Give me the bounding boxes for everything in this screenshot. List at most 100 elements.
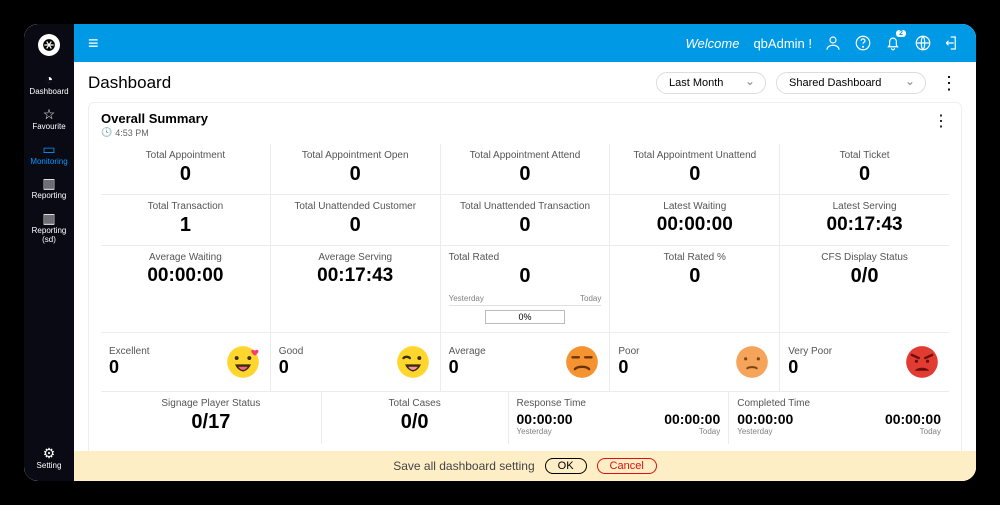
save-message: Save all dashboard setting	[393, 459, 534, 473]
metric-value: 00:00:00	[885, 411, 941, 427]
cancel-button[interactable]: Cancel	[597, 458, 657, 474]
rating-value: 0	[279, 357, 289, 378]
range-select[interactable]: Last Month	[656, 72, 766, 94]
metric-label: Total Ticket	[840, 150, 890, 161]
rating-value: 0	[109, 357, 119, 378]
emoji-excellent-icon	[224, 343, 262, 381]
metric-cell: Total Unattended Customer0	[270, 195, 440, 245]
dashboard-select[interactable]: Shared Dashboard	[776, 72, 926, 94]
metric-cell: Latest Serving 00:17:43	[779, 195, 949, 245]
metric-value: 00:00:00	[657, 214, 733, 236]
user-icon[interactable]	[824, 34, 842, 52]
page-title: Dashboard	[88, 73, 171, 93]
metric-cell: Total Cases0/0	[321, 392, 508, 444]
slider-value-box: 0%	[485, 310, 565, 324]
metric-label: Signage Player Status	[161, 398, 260, 409]
rail-label: Reporting	[32, 192, 67, 201]
panel-kebab-icon[interactable]: ⋮	[933, 111, 949, 131]
metric-cell-completed: Completed Time 00:00:00Yesterday 00:00:0…	[728, 392, 949, 444]
metric-label: Total Appointment Unattend	[633, 150, 756, 161]
bell-badge: 2	[896, 30, 906, 37]
rail-label: Favourite	[32, 123, 65, 132]
rating-label: Very Poor	[788, 346, 832, 357]
metric-cell: Total Appointment Open0	[270, 144, 440, 194]
metric-label: Total Appointment Attend	[470, 150, 581, 161]
metrics-grid: Total Appointment 0 Total Appointment Ope…	[101, 144, 949, 444]
metric-sub: Yesterday	[517, 427, 552, 436]
page-controls: Last Month Shared Dashboard ⋮	[656, 72, 962, 94]
metric-label: Total Transaction	[148, 201, 224, 212]
gauge-icon: ◔	[45, 72, 53, 86]
metric-value: 00:17:43	[317, 265, 393, 287]
metric-label: Total Appointment	[146, 150, 226, 161]
save-bar: Save all dashboard setting OK Cancel	[74, 451, 976, 481]
metric-value: 00:00:00	[517, 411, 573, 427]
metric-label: Total Rated	[449, 252, 500, 263]
metric-label: Response Time	[517, 398, 586, 409]
rating-value: 0	[449, 357, 459, 378]
rating-cell-verypoor: Very Poor0	[779, 333, 949, 391]
page-kebab-icon[interactable]: ⋮	[936, 74, 962, 92]
slider-track	[449, 305, 602, 306]
rated-slider[interactable]: Yesterday Today 0%	[449, 294, 602, 324]
slider-label-yesterday: Yesterday	[449, 294, 484, 303]
metric-cell: Latest Waiting00:00:00	[609, 195, 779, 245]
rail-item-setting[interactable]: ⚙ Setting	[37, 446, 62, 471]
rating-label: Average	[449, 346, 486, 357]
left-rail: ◔ Dashboard ☆ Favourite ▭ Monitoring ▥ R…	[24, 24, 74, 481]
metric-cell: Total Rated %0	[609, 246, 779, 332]
emoji-verypoor-icon	[903, 343, 941, 381]
metric-cell: Total Appointment 0	[101, 144, 270, 194]
metric-cell: Total Appointment Unattend 0	[609, 144, 779, 194]
gear-icon: ⚙	[43, 446, 56, 460]
metric-value: 00:00:00	[147, 265, 223, 287]
metric-label: Average Serving	[318, 252, 392, 263]
metric-sub: Today	[699, 427, 720, 436]
metric-label: Latest Serving	[833, 201, 897, 212]
panel-header: Overall Summary 🕓 4:53 PM ⋮	[101, 111, 949, 138]
rail-label: Reporting (sd)	[24, 227, 74, 245]
globe-icon[interactable]	[914, 34, 932, 52]
emoji-good-icon	[394, 343, 432, 381]
rail-item-monitoring[interactable]: ▭ Monitoring	[30, 142, 67, 167]
rail-item-reporting-sd[interactable]: ▥ Reporting (sd)	[24, 211, 74, 245]
rail-item-favourite[interactable]: ☆ Favourite	[32, 107, 65, 132]
bell-icon[interactable]: 2	[884, 34, 902, 52]
hamburger-icon[interactable]: ≡	[88, 33, 99, 54]
rating-value: 0	[788, 357, 798, 378]
rail-label: Setting	[37, 462, 62, 471]
page-header: Dashboard Last Month Shared Dashboard ⋮	[88, 72, 962, 94]
metric-value: 0	[519, 265, 530, 288]
metric-cell: Total Appointment Attend0	[440, 144, 610, 194]
clock-icon: 🕓	[101, 127, 112, 138]
panel-time-value: 4:53 PM	[115, 128, 149, 138]
topbar: ≡ Welcome qbAdmin ! 2	[74, 24, 976, 62]
logout-icon[interactable]	[944, 34, 962, 52]
rating-label: Poor	[618, 346, 639, 357]
rail-item-reporting[interactable]: ▥ Reporting	[32, 176, 67, 201]
chart-icon: ▥	[42, 176, 55, 190]
metric-value: 0	[180, 163, 191, 186]
rating-cell-excellent: Excellent0	[101, 333, 270, 391]
metrics-row: Signage Player Status0/17 Total Cases0/0…	[101, 391, 949, 444]
metric-cell-rated: Total Rated 0 Yesterday Today 0%	[440, 246, 610, 332]
rating-cell-average: Average0	[440, 333, 610, 391]
page-body: Dashboard Last Month Shared Dashboard ⋮ …	[74, 62, 976, 481]
star-icon: ☆	[43, 107, 56, 121]
metric-cell: Average Serving 00:17:43	[270, 246, 440, 332]
help-icon[interactable]	[854, 34, 872, 52]
rail-item-dashboard[interactable]: ◔ Dashboard	[29, 72, 68, 97]
metric-value: 00:17:43	[827, 214, 903, 236]
emoji-poor-icon	[733, 343, 771, 381]
metric-label: Total Cases	[389, 398, 441, 409]
metric-sub: Today	[920, 427, 941, 436]
metric-label: CFS Display Status	[821, 252, 908, 263]
metric-value: 0/0	[851, 265, 879, 288]
metrics-row: Total Appointment 0 Total Appointment Ope…	[101, 144, 949, 194]
ok-button[interactable]: OK	[545, 458, 587, 474]
welcome-username: qbAdmin !	[753, 36, 812, 51]
metric-value: 0	[519, 214, 530, 237]
metric-label: Total Rated %	[664, 252, 726, 263]
metric-value: 0	[689, 163, 700, 186]
monitor-icon: ▭	[42, 142, 55, 156]
